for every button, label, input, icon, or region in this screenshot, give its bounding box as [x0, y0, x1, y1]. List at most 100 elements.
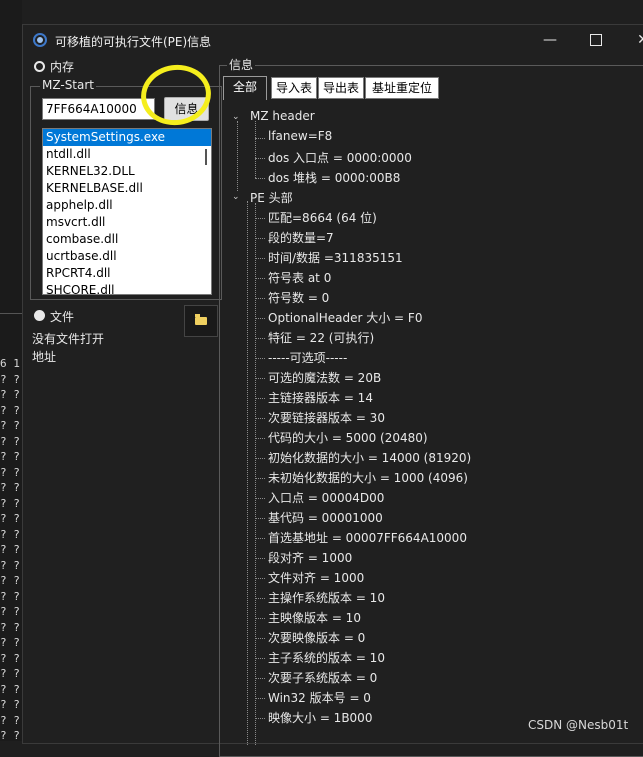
- tree-connector: [255, 238, 265, 239]
- module-list-item[interactable]: apphelp.dll: [43, 197, 211, 214]
- open-file-button[interactable]: [184, 305, 218, 337]
- background-row: ? ?: [0, 589, 20, 603]
- tree-connector: [255, 358, 265, 359]
- background-row: ? ?: [0, 698, 20, 711]
- tree-connector: [255, 178, 265, 179]
- tree-leaf-node[interactable]: 主操作系统版本 = 10: [268, 589, 385, 606]
- tree-leaf-node[interactable]: 文件对齐 = 1000: [268, 569, 364, 586]
- module-list[interactable]: SystemSettings.exe ntdll.dll KERNEL32.DLL K…: [42, 128, 212, 295]
- background-row: ? ?: [0, 481, 20, 494]
- tree-guide-line: [237, 121, 238, 191]
- tree-leaf-node[interactable]: -----可选项-----: [268, 349, 347, 366]
- tree-group-node[interactable]: MZ header: [250, 109, 315, 123]
- file-radio-label[interactable]: 文件: [50, 308, 74, 325]
- memory-radio[interactable]: [34, 61, 45, 72]
- maximize-button[interactable]: [576, 29, 616, 51]
- tree-leaf-node[interactable]: 段的数量=7: [268, 229, 334, 246]
- tree-connector: [255, 258, 265, 259]
- expand-chevron-icon[interactable]: ⌄: [232, 192, 240, 202]
- tree-group-node[interactable]: PE 头部: [250, 189, 293, 206]
- tree-leaf-node[interactable]: 时间/数据 =311835151: [268, 249, 403, 266]
- module-list-item[interactable]: ntdll.dll: [43, 146, 211, 163]
- tree-leaf-node[interactable]: 代码的大小 = 5000 (20480): [268, 429, 428, 446]
- tree-leaf-node[interactable]: 主子系统的版本 = 10: [268, 649, 385, 666]
- tree-leaf-node[interactable]: dos 堆栈 = 0000:00B8: [268, 169, 400, 186]
- tree-leaf-node[interactable]: Win32 版本号 = 0: [268, 689, 371, 706]
- file-radio[interactable]: [34, 310, 45, 321]
- background-hex-column: 6 1 ? ? ? ? ? ? ? ? ? ? ? ? ? ? ? ? ? ? ? ? ? ? ? ?…: [0, 356, 20, 744]
- tree-leaf-node[interactable]: 首选基地址 = 00007FF664A10000: [268, 529, 467, 546]
- pe-info-window: 可移植的可执行文件(PE)信息 — ✕ 内存 MZ-Start 7FF664A1…: [22, 24, 643, 757]
- tree-connector: [255, 538, 265, 539]
- tree-connector: [255, 638, 265, 639]
- tree-connector: [255, 318, 265, 319]
- tree-leaf-node[interactable]: 符号表 at 0: [268, 269, 331, 286]
- background-column-header: 6 1: [0, 357, 20, 370]
- tree-leaf-node[interactable]: 次要映像版本 = 0: [268, 629, 365, 646]
- background-row: ? ?: [0, 729, 20, 742]
- tree-leaf-node[interactable]: dos 入口点 = 0000:0000: [268, 149, 412, 166]
- close-button[interactable]: ✕: [623, 29, 643, 51]
- tree-connector: [255, 558, 265, 559]
- title-bar[interactable]: 可移植的可执行文件(PE)信息 — ✕: [23, 25, 643, 55]
- background-row: ? ?: [0, 605, 20, 618]
- background-row: ? ?: [0, 527, 20, 541]
- tree-connector: [255, 698, 265, 699]
- module-list-item[interactable]: KERNEL32.DLL: [43, 163, 211, 180]
- tree-leaf-node[interactable]: 未初始化数据的大小 = 1000 (4096): [268, 469, 468, 486]
- tree-leaf-node[interactable]: 段对齐 = 1000: [268, 549, 352, 566]
- address-input[interactable]: 7FF664A10000: [42, 98, 155, 120]
- tree-leaf-node[interactable]: 主链接器版本 = 14: [268, 389, 373, 406]
- background-row: ? ?: [0, 388, 20, 401]
- tree-leaf-node[interactable]: 主映像版本 = 10: [268, 609, 361, 626]
- background-row: ? ?: [0, 465, 20, 479]
- background-row: ? ?: [0, 682, 20, 696]
- tree-connector: [255, 438, 265, 439]
- tab-import-table[interactable]: 导入表: [271, 77, 317, 99]
- tree-connector: [255, 158, 265, 159]
- tree-leaf-node[interactable]: lfanew=F8: [268, 129, 332, 143]
- pe-info-tree[interactable]: ⌄ MZ header lfanew=F8 dos 入口点 = 0000:0000 do…: [223, 105, 643, 745]
- tab-all[interactable]: 全部: [223, 76, 267, 100]
- background-row: ? ?: [0, 419, 20, 432]
- background-row: ? ?: [0, 651, 20, 665]
- tree-leaf-node[interactable]: 特征 = 22 (可执行): [268, 329, 374, 346]
- address-label: 地址: [32, 350, 57, 364]
- module-list-item[interactable]: KERNELBASE.dll: [43, 180, 211, 197]
- tab-export-table[interactable]: 导出表: [318, 77, 364, 99]
- memory-radio-label[interactable]: 内存: [50, 58, 74, 75]
- module-list-item[interactable]: combase.dll: [43, 231, 211, 248]
- tree-leaf-node[interactable]: 入口点 = 00004D00: [268, 489, 384, 506]
- background-row: ? ?: [0, 450, 20, 463]
- module-list-item[interactable]: SHCORE.dll: [43, 282, 211, 294]
- tree-connector: [255, 378, 265, 379]
- background-row: ? ?: [0, 620, 20, 634]
- background-row: ? ?: [0, 667, 20, 680]
- tree-connector: [255, 578, 265, 579]
- module-list-scrollbar[interactable]: [205, 149, 207, 165]
- module-list-item[interactable]: msvcrt.dll: [43, 214, 211, 231]
- tree-leaf-node[interactable]: 可选的魔法数 = 20B: [268, 369, 381, 386]
- tab-base-relocation[interactable]: 基址重定位: [365, 77, 439, 99]
- tree-connector: [255, 618, 265, 619]
- tree-connector: [255, 338, 265, 339]
- module-list-item[interactable]: ucrtbase.dll: [43, 248, 211, 265]
- tree-leaf-node[interactable]: 映像大小 = 1B000: [268, 709, 372, 726]
- background-row: ? ?: [0, 403, 20, 417]
- tree-leaf-node[interactable]: 次要子系统版本 = 0: [268, 669, 377, 686]
- tree-connector: [255, 598, 265, 599]
- tree-connector: [255, 138, 265, 139]
- module-list-item[interactable]: RPCRT4.dll: [43, 265, 211, 282]
- tree-connector: [255, 678, 265, 679]
- tree-leaf-node[interactable]: 初始化数据的大小 = 14000 (81920): [268, 449, 471, 466]
- tree-connector: [255, 218, 265, 219]
- tree-leaf-node[interactable]: 匹配=8664 (64 位): [268, 209, 377, 226]
- tree-leaf-node[interactable]: 符号数 = 0: [268, 289, 329, 306]
- tree-leaf-node[interactable]: 次要链接器版本 = 30: [268, 409, 385, 426]
- module-list-item[interactable]: SystemSettings.exe: [43, 129, 211, 146]
- expand-chevron-icon[interactable]: ⌄: [232, 112, 240, 122]
- tree-guide-line: [247, 201, 248, 745]
- tree-leaf-node[interactable]: 基代码 = 00001000: [268, 509, 383, 526]
- tree-leaf-node[interactable]: OptionalHeader 大小 = F0: [268, 309, 422, 326]
- minimize-button[interactable]: —: [530, 29, 570, 51]
